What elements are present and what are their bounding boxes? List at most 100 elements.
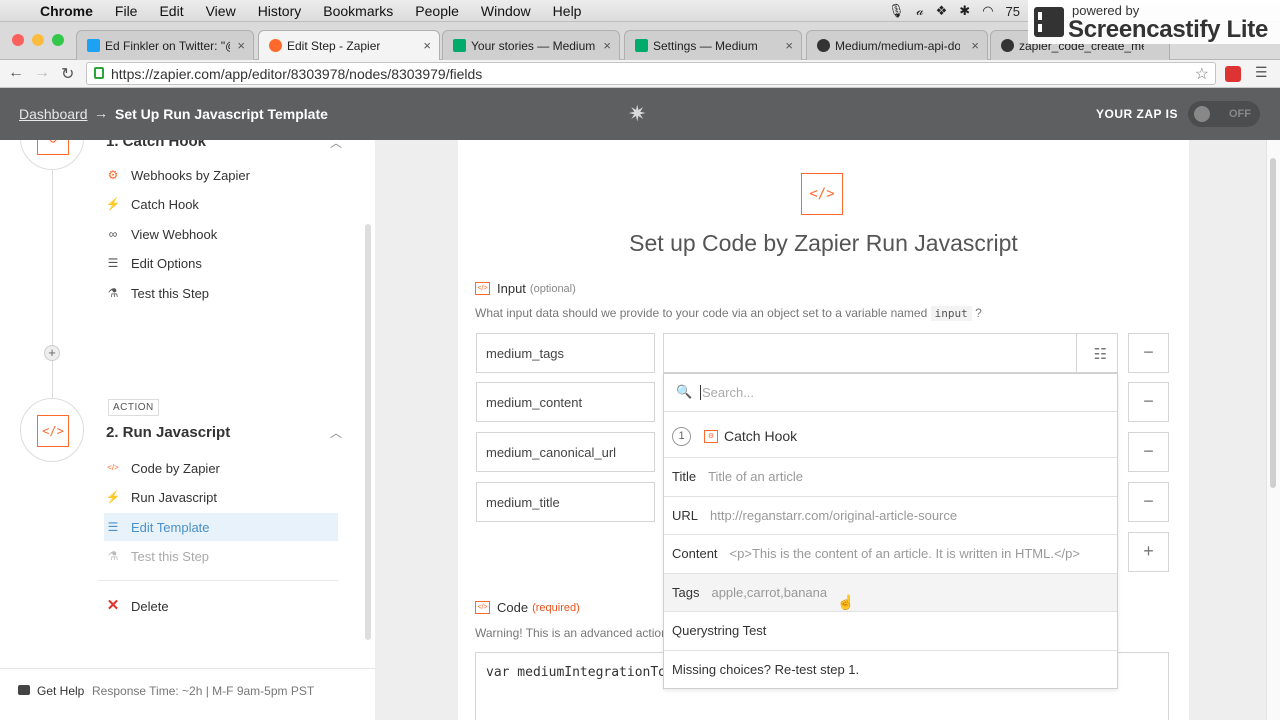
close-tab-icon[interactable]: × [237,38,245,53]
zap-status-label: YOUR ZAP IS [1096,107,1178,121]
input-key-field[interactable]: medium_title [476,482,655,522]
chrome-menu-icon[interactable]: ☰ [1255,64,1268,81]
sidebar-item-catch-hook[interactable]: ⚡ Catch Hook [104,190,338,218]
menu-help[interactable]: Help [553,3,582,19]
forward-icon[interactable]: → [34,64,50,82]
input-key-field[interactable]: medium_canonical_url [476,432,655,472]
field-option-querystring-test[interactable]: Querystring Test [664,612,1117,651]
sidebar-scrollbar[interactable] [365,224,371,640]
sidebar-item-view-webhook[interactable]: ∞ View Webhook [104,220,338,248]
sidebar-item-label: Code by Zapier [131,460,220,476]
lightning-icon: ⚡ [105,490,121,504]
close-tab-icon[interactable]: × [423,38,431,53]
step1-node[interactable]: ⚙ [20,140,84,170]
delete-x-icon: ✕ [106,597,120,614]
close-tab-icon[interactable]: × [603,38,611,53]
search-input[interactable]: Search... [700,385,754,400]
menu-edit[interactable]: Edit [159,3,183,19]
tab-medium-settings[interactable]: Settings — Medium × [624,30,802,60]
get-help-bar[interactable]: Get Help Response Time: ~2h | M-F 9am-5p… [0,668,375,718]
menu-file[interactable]: File [115,3,138,19]
chat-bubble-icon [18,685,30,695]
chevron-up-icon[interactable]: ︿ [330,140,342,151]
menu-people[interactable]: People [415,3,459,19]
step2-node[interactable]: </> [20,398,84,462]
add-step-icon[interactable]: + [44,345,60,361]
back-icon[interactable]: ← [8,64,24,82]
retest-step-link[interactable]: Missing choices? Re-test step 1. [664,651,1117,690]
close-tab-icon[interactable]: × [971,38,979,53]
zap-on-off-toggle[interactable]: OFF [1188,101,1260,127]
github-icon [817,39,830,52]
zoom-window-icon[interactable] [52,34,64,46]
code-field-label: </> Code (required) [475,600,580,615]
sidebar-item-test-step2[interactable]: ⚗ Test this Step [104,542,338,570]
input-value-field[interactable]: ☷ [663,333,1118,373]
tab-github-docs[interactable]: Medium/medium-api-docs × [806,30,988,60]
script-a-icon[interactable]: 𝒶 [916,3,923,19]
menu-view[interactable]: View [206,3,236,19]
menu-app-chrome[interactable]: Chrome [40,3,93,19]
input-field-label: </> Input (optional) [475,281,576,296]
insert-field-list-icon[interactable]: ☷ [1094,345,1107,363]
get-help-label[interactable]: Get Help [37,684,84,698]
dropbox-icon[interactable]: ❖ [936,3,948,19]
sidebar-item-edit-options[interactable]: ☰ Edit Options [104,249,338,277]
timeline-line [52,170,53,410]
tab-twitter[interactable]: Ed Finkler on Twitter: "@za × [76,30,254,60]
option-value: <p>This is the content of an article. It… [729,546,1080,562]
bookmark-star-icon[interactable]: ☆ [1195,64,1209,84]
dashboard-link[interactable]: Dashboard [19,106,88,122]
chevron-up-icon[interactable]: ︿ [330,424,342,441]
address-bar[interactable]: https://zapier.com/app/editor/8303978/no… [86,62,1216,85]
sidebar-item-label: Test this Step [131,285,210,301]
minimize-window-icon[interactable] [32,34,44,46]
battery-percent: 75 [1005,3,1020,19]
menu-history[interactable]: History [258,3,302,19]
code-label-text: Code [497,600,529,615]
tab-medium-stories[interactable]: Your stories — Medium × [442,30,620,60]
step1-title[interactable]: 1. Catch Hook [106,140,206,150]
close-window-icon[interactable] [12,34,24,46]
webhook-icon: ⚙ [37,140,69,155]
divider [98,580,338,581]
breadcrumb-arrow-icon: → [94,105,108,121]
lightning-icon: ⚡ [105,197,121,211]
sidebar-item-test-step1[interactable]: ⚗ Test this Step [104,279,338,307]
close-tab-icon[interactable]: × [785,38,793,53]
input-key-field[interactable]: medium_content [476,382,655,422]
dropdown-search[interactable]: 🔍 Search... [664,374,1117,412]
reload-icon[interactable]: ↻ [61,64,74,84]
field-option-title[interactable]: Title Title of an article [664,458,1117,497]
remove-row-button[interactable]: − [1128,482,1169,522]
flask-icon: ⚗ [107,549,119,563]
sidebar-item-edit-template[interactable]: ☰ Edit Template [104,513,338,541]
window-controls [12,34,64,46]
lastpass-extension-icon[interactable] [1225,66,1241,82]
code-by-zapier-icon: </> [801,173,843,215]
menu-window[interactable]: Window [481,3,531,19]
page-scrollbar[interactable] [1270,158,1276,488]
microphone-icon[interactable]: 🎙 [888,3,905,19]
remove-row-button[interactable]: − [1128,432,1169,472]
dropdown-group-header: 1 ⚙ Catch Hook [664,412,1117,458]
sidebar-item-run-javascript[interactable]: ⚡ Run Javascript [104,483,338,511]
sidebar-item-webhooks[interactable]: ⚙ Webhooks by Zapier [104,161,338,189]
field-option-tags[interactable]: Tags apple,carrot,banana [664,573,1117,612]
remove-row-button[interactable]: − [1128,333,1169,373]
field-option-url[interactable]: URL http://reganstarr.com/original-articl… [664,497,1117,535]
delete-step-button[interactable]: ✕ Delete [104,592,224,620]
input-key-field[interactable]: medium_tags [476,333,655,373]
add-row-button[interactable]: + [1128,532,1169,572]
step2-title[interactable]: 2. Run Javascript [106,424,230,441]
tab-zapier[interactable]: Edit Step - Zapier × [258,30,440,60]
browser-toolbar: ← → ↻ https://zapier.com/app/editor/8303… [0,60,1280,88]
wifi-icon[interactable]: ◠ [982,3,993,19]
remove-row-button[interactable]: − [1128,382,1169,422]
tab-label: Edit Step - Zapier [287,38,381,53]
bluetooth-icon[interactable]: ✱ [959,3,970,19]
field-option-content[interactable]: Content <p>This is the content of an arti… [664,535,1117,574]
menu-bookmarks[interactable]: Bookmarks [323,3,393,19]
sidebar-item-code-by-zapier[interactable]: </> Code by Zapier [104,454,338,482]
code-mini-icon: </> [475,282,490,295]
